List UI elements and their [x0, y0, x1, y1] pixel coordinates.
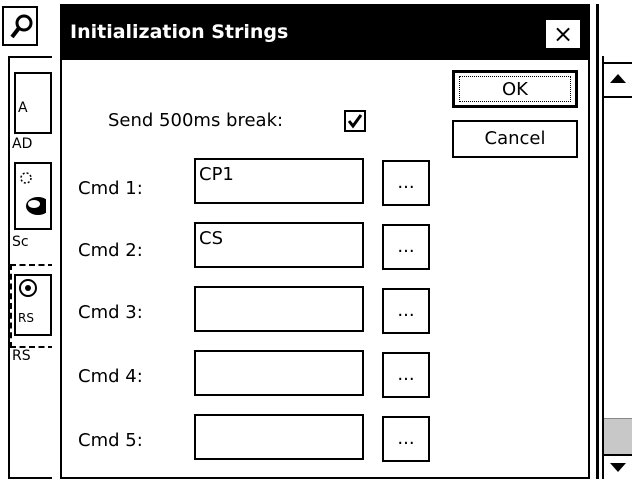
- scroll-down-button[interactable]: [604, 454, 632, 479]
- ad-icon-caption: AD: [12, 136, 33, 152]
- scroll-up-button[interactable]: [604, 62, 632, 98]
- send-break-checkbox[interactable]: [344, 110, 366, 132]
- magnifier-icon: [10, 14, 33, 39]
- sensor-icon: [20, 172, 50, 215]
- ad-icon-badge: A: [18, 100, 28, 116]
- cmd-5-label: Cmd 5:: [78, 430, 143, 451]
- close-icon: ×: [552, 20, 574, 48]
- cmd-1-input[interactable]: CP1: [194, 158, 364, 204]
- scroll-thumb[interactable]: [604, 418, 632, 454]
- rs-icon-badge: RS: [18, 311, 34, 325]
- arrow-up-icon: [610, 74, 626, 83]
- cmd-2-label: Cmd 2:: [78, 240, 143, 261]
- search-button[interactable]: [2, 6, 38, 46]
- rs-module-icon[interactable]: RS: [14, 274, 52, 336]
- cancel-button[interactable]: Cancel: [452, 120, 578, 158]
- rs-device-icon: [19, 279, 37, 297]
- sc-icon-caption: Sc: [12, 234, 29, 250]
- cmd-4-input[interactable]: [194, 350, 364, 396]
- vertical-scrollbar[interactable]: [602, 56, 632, 479]
- cmd-4-browse-button[interactable]: ...: [382, 352, 430, 398]
- initialization-strings-dialog: Initialization Strings × Send 500ms brea…: [60, 4, 590, 479]
- arrow-down-icon: [610, 463, 626, 472]
- cmd-5-input[interactable]: [194, 414, 364, 460]
- send-break-label: Send 500ms break:: [108, 110, 284, 131]
- ok-button[interactable]: OK: [452, 70, 578, 108]
- cancel-button-label: Cancel: [484, 128, 546, 149]
- cmd-3-label: Cmd 3:: [78, 302, 143, 323]
- rs-icon-caption: RS: [12, 348, 31, 364]
- background-window-edge: [596, 4, 599, 479]
- cmd-1-browse-button[interactable]: ...: [382, 160, 430, 206]
- cmd-3-browse-button[interactable]: ...: [382, 288, 430, 334]
- focus-rectangle: [459, 76, 571, 102]
- scroll-track[interactable]: [604, 98, 632, 418]
- cmd-2-input[interactable]: CS: [194, 222, 364, 268]
- cmd-4-label: Cmd 4:: [78, 366, 143, 387]
- checkmark-icon: [347, 114, 363, 129]
- close-button[interactable]: ×: [544, 18, 582, 50]
- dialog-title: Initialization Strings: [70, 21, 289, 43]
- cmd-2-browse-button[interactable]: ...: [382, 224, 430, 270]
- sc-module-icon[interactable]: [14, 162, 52, 230]
- dialog-titlebar[interactable]: Initialization Strings ×: [62, 6, 588, 60]
- cmd-5-browse-button[interactable]: ...: [382, 416, 430, 462]
- cmd-3-input[interactable]: [194, 286, 364, 332]
- cmd-1-label: Cmd 1:: [78, 178, 143, 199]
- ad-module-icon[interactable]: A: [14, 72, 52, 134]
- background-icon-panel: A AD Sc RS RS: [8, 56, 52, 479]
